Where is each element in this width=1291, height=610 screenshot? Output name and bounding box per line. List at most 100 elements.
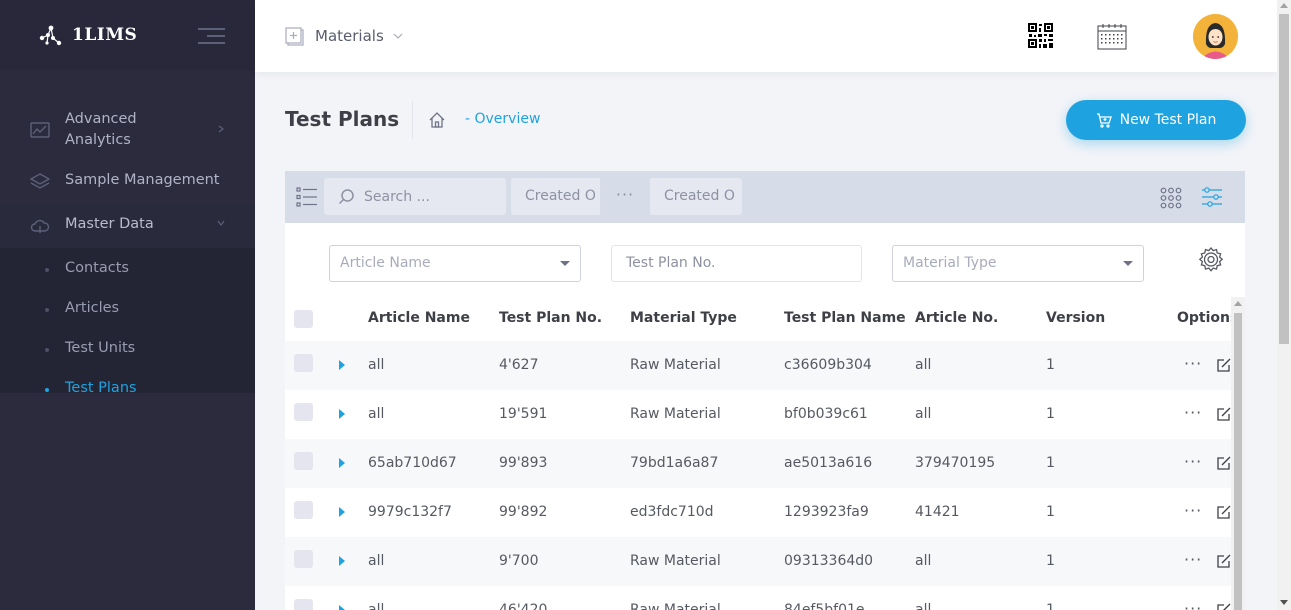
table-row[interactable]: all 46'420 Raw Material 84ef5bf01e all 1…	[285, 586, 1231, 610]
layers-icon	[30, 173, 50, 189]
created-date-range: Created O ··· Created O	[511, 178, 742, 215]
expand-row-icon[interactable]	[339, 556, 345, 566]
row-checkbox[interactable]	[294, 452, 313, 470]
module-icon	[285, 27, 304, 46]
cell-version: 1	[1046, 406, 1055, 422]
edit-icon[interactable]	[1217, 554, 1231, 568]
row-checkbox[interactable]	[294, 403, 313, 421]
cell-test-plan-name: bf0b039c61	[784, 406, 868, 422]
select-all-checkbox[interactable]	[294, 310, 313, 328]
row-checkbox[interactable]	[294, 354, 313, 372]
sidebar-item-test-plans[interactable]: Test Plans	[0, 370, 255, 410]
scrollbar-thumb[interactable]	[1279, 14, 1289, 344]
edit-icon[interactable]	[1217, 603, 1231, 610]
column-header-article-name[interactable]: Article Name	[368, 310, 470, 326]
cell-article-name: 65ab710d67	[368, 455, 457, 471]
caret-down-icon	[560, 261, 570, 266]
edit-icon[interactable]	[1217, 407, 1231, 421]
expand-row-icon[interactable]	[339, 409, 345, 419]
avatar[interactable]	[1193, 14, 1238, 59]
user-avatar-icon	[1193, 14, 1238, 59]
sidebar-item-contacts[interactable]: Contacts	[0, 250, 255, 290]
column-header-test-plan-no[interactable]: Test Plan No.	[499, 310, 602, 326]
row-checkbox[interactable]	[294, 599, 313, 610]
article-name-filter[interactable]: Article Name	[329, 245, 581, 282]
edit-icon[interactable]	[1217, 505, 1231, 519]
material-type-filter[interactable]: Material Type	[892, 245, 1144, 282]
top-header: Materials	[255, 0, 1277, 72]
row-checkbox[interactable]	[294, 550, 313, 568]
sidebar-item-master-data[interactable]: Master Data	[0, 204, 255, 248]
scroll-down-icon[interactable]	[1280, 600, 1288, 605]
row-checkbox[interactable]	[294, 501, 313, 519]
chevron-down-icon	[217, 220, 225, 226]
qr-code-icon[interactable]	[1028, 23, 1053, 48]
new-test-plan-button[interactable]: New Test Plan	[1066, 100, 1246, 140]
column-header-version[interactable]: Version	[1046, 310, 1105, 326]
calendar-icon[interactable]	[1097, 23, 1127, 50]
column-header-material-type[interactable]: Material Type	[630, 310, 737, 326]
column-header-article-no[interactable]: Article No.	[915, 310, 998, 326]
cell-test-plan-no: 4'627	[499, 357, 539, 373]
more-options-icon[interactable]: ···	[1184, 403, 1202, 422]
test-plan-no-filter[interactable]: Test Plan No.	[611, 245, 862, 282]
list-icon[interactable]	[296, 187, 318, 207]
sidebar-item-label: Sample Management	[65, 172, 220, 188]
more-options-icon[interactable]: ···	[1184, 599, 1202, 610]
cell-test-plan-name: ae5013a616	[784, 455, 873, 471]
scroll-up-icon[interactable]	[1234, 301, 1242, 306]
page-scrollbar[interactable]	[1277, 0, 1291, 610]
cell-article-no: 41421	[915, 504, 960, 520]
menu-toggle-icon[interactable]	[198, 28, 225, 46]
sidebar-item-test-units[interactable]: Test Units	[0, 330, 255, 370]
created-to-field[interactable]: Created O	[650, 178, 739, 215]
edit-icon[interactable]	[1217, 358, 1231, 372]
home-icon[interactable]	[428, 111, 446, 129]
sidebar-item-articles[interactable]: Articles	[0, 290, 255, 330]
table-scrollbar[interactable]	[1231, 297, 1245, 610]
search-input[interactable]	[364, 178, 499, 215]
created-from-field[interactable]: Created O	[511, 178, 600, 215]
cell-article-no: all	[915, 357, 932, 373]
more-options-icon[interactable]: ···	[1184, 550, 1202, 569]
gear-icon[interactable]	[1197, 246, 1225, 274]
sidebar-item-label: Advanced Analytics	[65, 111, 137, 148]
more-options-icon[interactable]: ···	[1184, 354, 1202, 373]
table-row[interactable]: all 4'627 Raw Material c36609b304 all 1 …	[285, 341, 1231, 390]
cell-test-plan-name: 84ef5bf01e	[784, 602, 865, 610]
cart-icon	[1096, 113, 1112, 128]
cell-test-plan-no: 46'420	[499, 602, 548, 610]
table-row[interactable]: 65ab710d67 99'893 79bd1a6a87 ae5013a616 …	[285, 439, 1231, 488]
edit-icon[interactable]	[1217, 456, 1231, 470]
brand[interactable]: 1LIMS	[0, 0, 255, 70]
expand-row-icon[interactable]	[339, 360, 345, 370]
cell-version: 1	[1046, 504, 1055, 520]
module-selector[interactable]: Materials	[315, 27, 384, 45]
more-options-icon[interactable]: ···	[1184, 452, 1202, 471]
table-row[interactable]: all 9'700 Raw Material 09313364d0 all 1 …	[285, 537, 1231, 586]
scroll-up-icon[interactable]	[1280, 3, 1288, 8]
table-row[interactable]: 9979c132f7 99'892 ed3fdc710d 1293923fa9 …	[285, 488, 1231, 537]
breadcrumb-overview[interactable]: - Overview	[465, 111, 540, 127]
sidebar-item-label: Test Units	[65, 340, 136, 356]
sidebar-item-sample-management[interactable]: Sample Management	[0, 160, 255, 204]
sidebar-item-advanced-analytics[interactable]: Advanced Analytics	[0, 99, 255, 160]
expand-row-icon[interactable]	[339, 458, 345, 468]
table-row[interactable]: all 19'591 Raw Material bf0b039c61 all 1…	[285, 390, 1231, 439]
expand-row-icon[interactable]	[339, 507, 345, 517]
expand-row-icon[interactable]	[339, 605, 345, 610]
grid-icon[interactable]	[1160, 187, 1182, 209]
master-data-submenu: Contacts Articles Test Units Test Plans	[0, 248, 255, 396]
column-header-options: Options	[1177, 310, 1239, 326]
cell-test-plan-no: 9'700	[499, 553, 539, 569]
cell-article-no: all	[915, 553, 932, 569]
filter-sliders-icon[interactable]	[1201, 186, 1223, 208]
test-plans-card: Created O ··· Created O Article Name Tes…	[285, 171, 1245, 610]
more-options-icon[interactable]: ···	[1184, 501, 1202, 520]
chevron-down-icon[interactable]	[393, 31, 403, 41]
column-header-test-plan-name[interactable]: Test Plan Name	[784, 310, 906, 326]
new-test-plan-label: New Test Plan	[1119, 112, 1217, 128]
scrollbar-thumb[interactable]	[1234, 313, 1242, 610]
cell-test-plan-no: 99'892	[499, 504, 548, 520]
bullet-icon	[45, 268, 49, 272]
